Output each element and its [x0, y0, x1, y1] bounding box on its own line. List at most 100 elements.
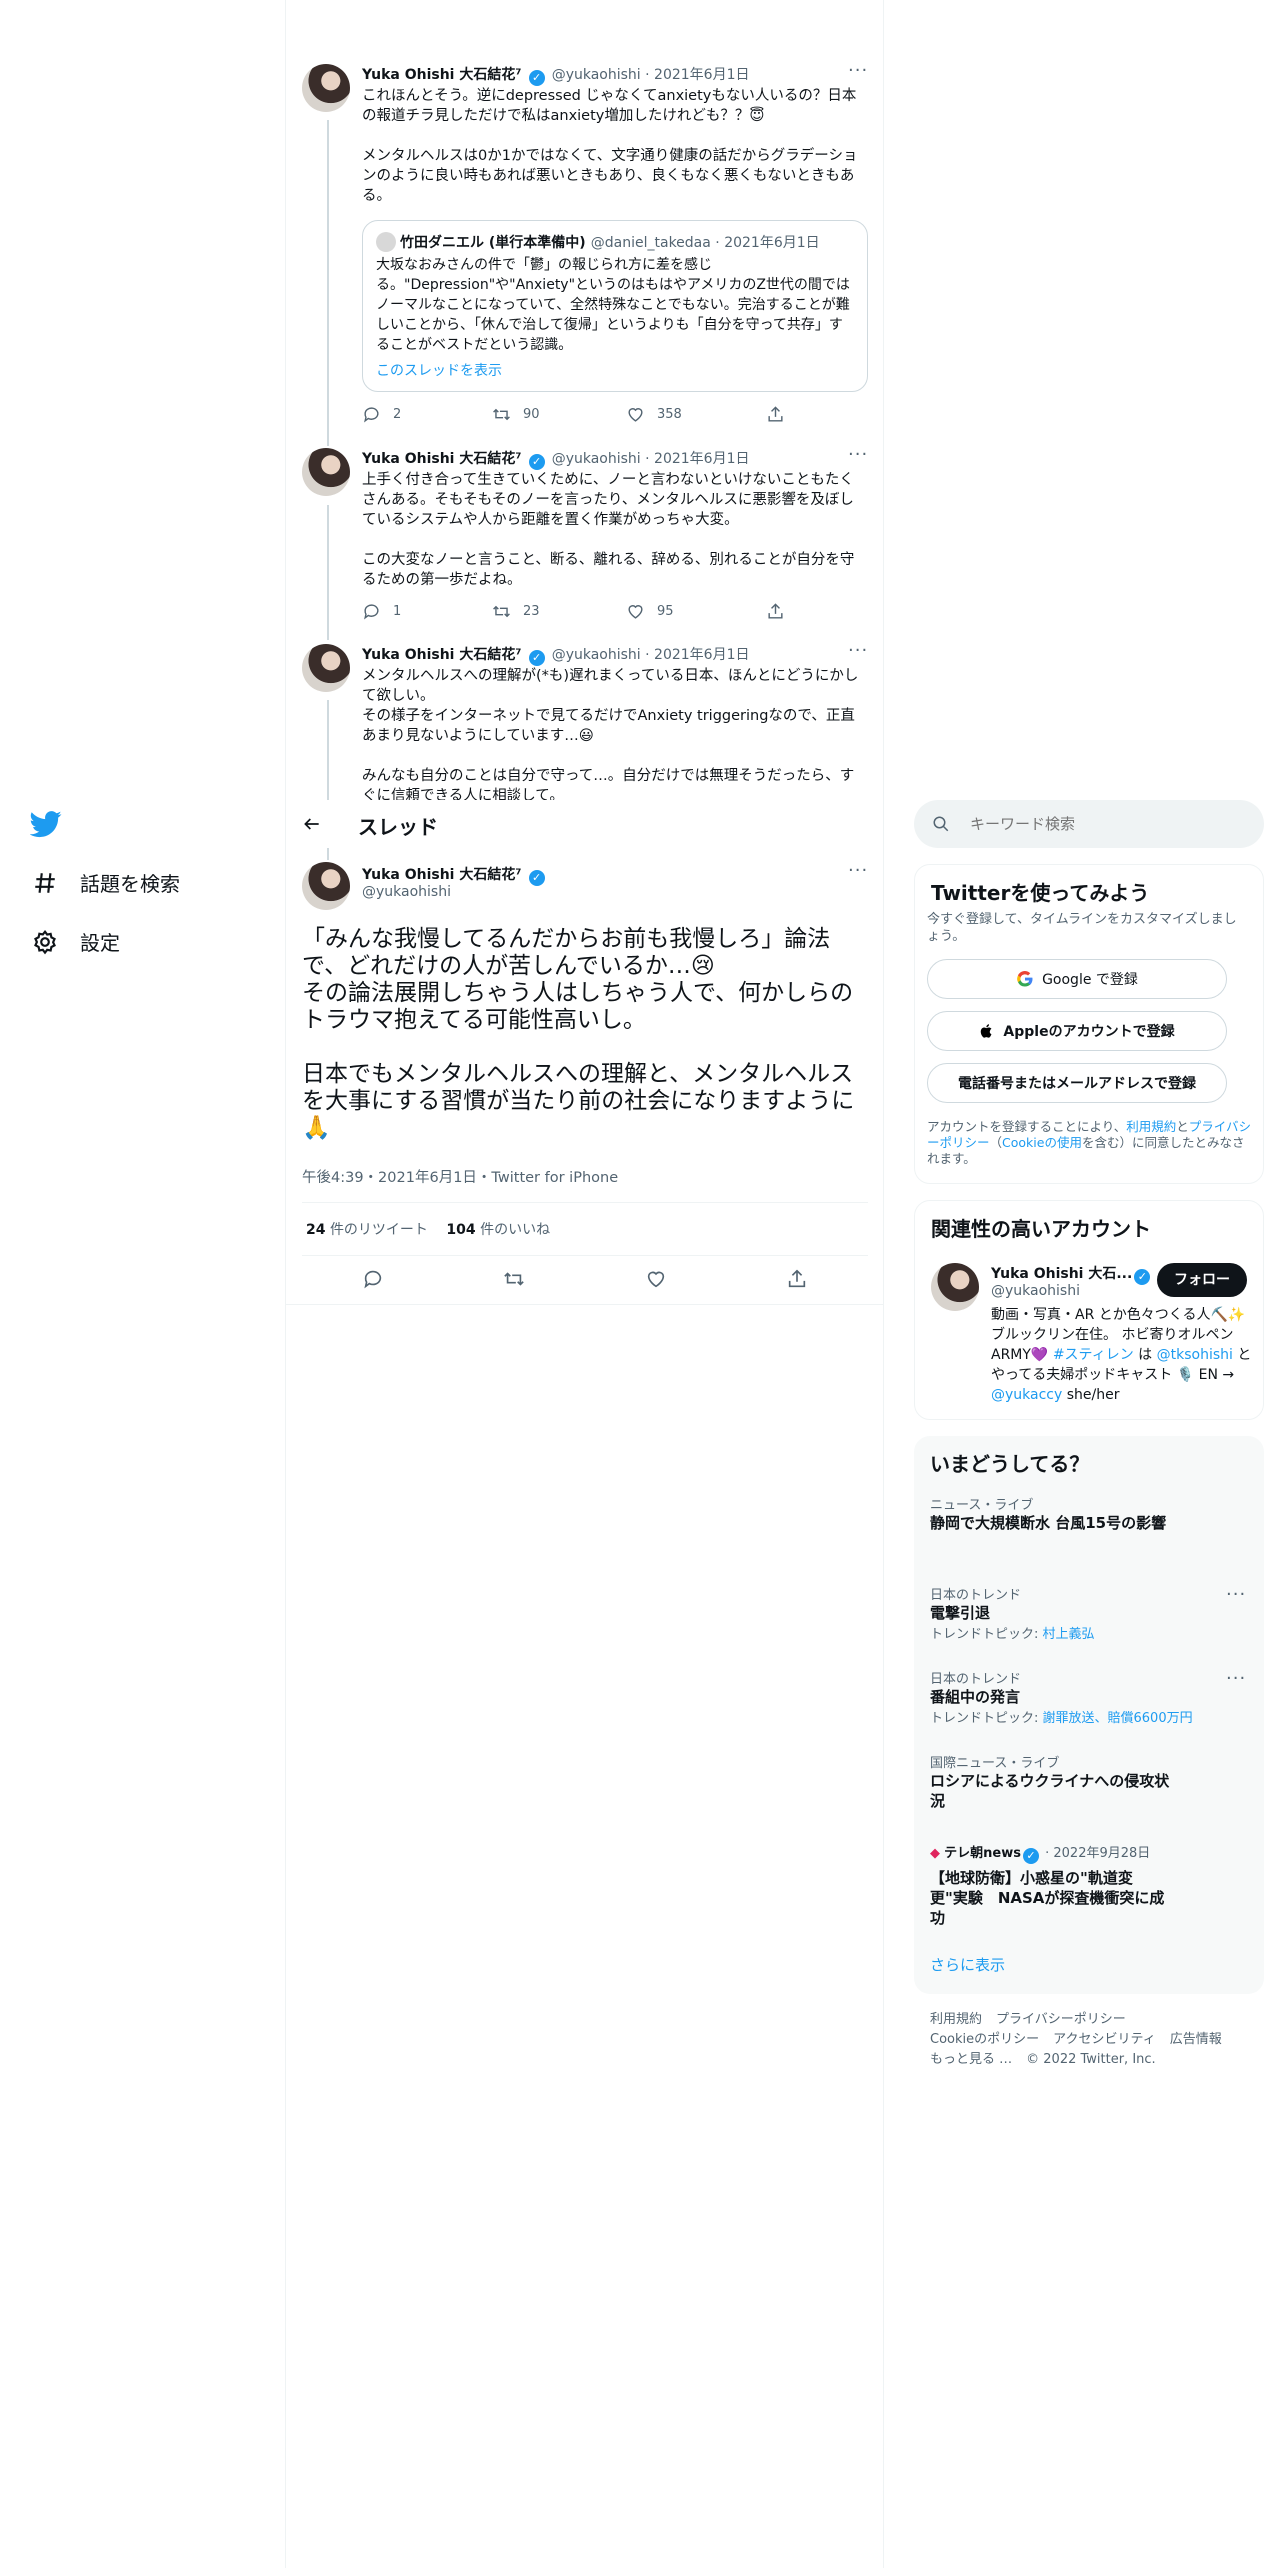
author-name[interactable]: Yuka Ohishi 大石結花 — [362, 867, 515, 883]
hashtag-icon — [35, 872, 55, 893]
retweet-button[interactable] — [503, 1268, 525, 1290]
like-button[interactable] — [645, 1268, 667, 1290]
author-handle[interactable]: @yukaohishi — [362, 884, 451, 900]
retweet-stat[interactable]: 24 件のリツイート — [306, 1222, 428, 1238]
bio-hashtag-link[interactable]: #スティレン — [1053, 1347, 1134, 1363]
avatar[interactable] — [931, 1263, 979, 1311]
tweet-text: これほんとそう。逆にdepressed じゃなくてanxietyもない人いるの？… — [362, 88, 858, 204]
tweet-date[interactable]: 2021年6月1日 — [654, 451, 749, 467]
footer-links-row: Cookieのポリシー アクセシビリティ 広告情報 — [930, 2028, 1236, 2047]
like-count: 358 — [657, 407, 682, 422]
trend-title: ロシアによるウクライナへの侵攻状況 — [930, 1772, 1170, 1810]
author-name[interactable]: Yuka Ohishi 大石結花 — [362, 451, 515, 467]
tweet-header: Yuka Ohishi 大石結花⁷ ✓ @yukaohishi · 2021年6… — [362, 644, 749, 666]
verified-icon: ✓ — [528, 454, 545, 470]
trend-item[interactable]: 国際ニュース・ライブ ロシアによるウクライナへの侵攻状況 — [930, 1752, 1170, 1811]
footer-cookie-link[interactable]: Cookieのポリシー — [930, 2032, 1039, 2047]
avatar[interactable] — [302, 448, 350, 496]
tweet-text-clip: メンタルヘルスへの理解が(*も)遅れまくっている日本、ほんとにどうにかして欲しい… — [362, 666, 862, 800]
author-handle[interactable]: @yukaohishi — [552, 647, 641, 663]
terms-text: アカウントを登録することにより、 — [927, 1119, 1127, 1134]
like-button[interactable]: 358 — [626, 405, 682, 424]
phone-email-signup-button[interactable]: 電話番号またはメールアドレスで登録 — [927, 1063, 1227, 1103]
like-total: 104 — [446, 1222, 476, 1238]
reply-button[interactable]: 2 — [362, 405, 401, 424]
like-button[interactable]: 95 — [626, 602, 674, 621]
trend-item[interactable]: 日本のトレンド 番組中の発言 トレンドトピック: 謝罪放送、賠償6600万円 — [930, 1668, 1230, 1726]
follow-button[interactable]: フォロー — [1157, 1263, 1247, 1297]
trend-more-icon[interactable]: ··· — [1226, 1668, 1246, 1689]
trend-topic: トレンドトピック: 謝罪放送、賠償6600万円 — [930, 1707, 1230, 1726]
related-account-name[interactable]: Yuka Ohishi 大石... ✓ — [991, 1263, 1152, 1285]
bio-mention-link[interactable]: @tksohishi — [1157, 1347, 1233, 1363]
avatar[interactable] — [302, 644, 350, 692]
heart-icon — [647, 1271, 665, 1288]
terms-link[interactable]: 利用規約 — [1126, 1119, 1176, 1134]
back-arrow-icon[interactable] — [302, 814, 322, 834]
search-bar[interactable] — [914, 800, 1264, 848]
author-handle[interactable]: @yukaohishi — [552, 67, 641, 83]
footer-accessibility-link[interactable]: アクセシビリティ — [1053, 2032, 1156, 2047]
author-name[interactable]: Yuka Ohishi 大石結花 — [362, 67, 515, 83]
sidebar-item-explore[interactable]: 話題を検索 — [32, 868, 180, 897]
trend-topic-link[interactable]: 謝罪放送、賠償6600万円 — [1043, 1711, 1193, 1726]
gear-icon — [34, 929, 56, 954]
show-thread-link[interactable]: このスレッドを表示 — [376, 360, 502, 380]
bio-mention-link[interactable]: @yukaccy — [991, 1387, 1062, 1403]
retweet-stat-label: 件のリツイート — [329, 1222, 428, 1238]
trend-topic-label: トレンドトピック: — [930, 1627, 1043, 1642]
author-handle[interactable]: @yukaohishi — [552, 451, 641, 467]
trend-topic: トレンドトピック: 村上義弘 — [930, 1623, 1230, 1642]
cookie-link[interactable]: Cookieの使用 — [1002, 1135, 1082, 1150]
trend-category: 国際ニュース・ライブ — [930, 1756, 1060, 1771]
share-icon — [768, 406, 783, 422]
main-tweet-timestamp[interactable]: 午後4:39・2021年6月1日・Twitter for iPhone — [302, 1166, 618, 1187]
trend-topic-link[interactable]: 村上義弘 — [1043, 1627, 1095, 1642]
related-accounts-card: 関連性の高いアカウント Yuka Ohishi 大石... ✓ @yukaohis… — [914, 1200, 1264, 1420]
footer-more-link[interactable]: もっと見る … — [930, 2052, 1012, 2067]
google-signup-button[interactable]: Google で登録 — [927, 959, 1227, 999]
signup-terms: アカウントを登録することにより、利用規約とプライバシーポリシー（Cookieの使… — [927, 1119, 1252, 1167]
retweet-button[interactable]: 90 — [492, 405, 540, 424]
apple-signup-button[interactable]: Appleのアカウントで登録 — [927, 1011, 1227, 1051]
footer-privacy-link[interactable]: プライバシーポリシー — [996, 2012, 1126, 2027]
like-stat[interactable]: 104 件のいいね — [446, 1222, 550, 1238]
reply-button[interactable] — [362, 1268, 384, 1290]
footer-links-row: 利用規約 プライバシーポリシー — [930, 2008, 1140, 2027]
trend-item[interactable]: ニュース・ライブ 静岡で大規模断水 台風15号の影響 — [930, 1494, 1230, 1533]
trend-title: 電撃引退 — [930, 1604, 991, 1622]
verified-icon: ✓ — [528, 650, 545, 666]
tweet-date[interactable]: 2021年6月1日 — [654, 67, 749, 83]
trend-item[interactable]: 日本のトレンド 電撃引退 トレンドトピック: 村上義弘 — [930, 1584, 1230, 1642]
related-handle[interactable]: @yukaohishi — [991, 1283, 1080, 1299]
footer-ads-link[interactable]: 広告情報 — [1170, 2032, 1222, 2047]
footer-terms-link[interactable]: 利用規約 — [930, 2012, 982, 2027]
trends-card: いまどうしてる？ ニュース・ライブ 静岡で大規模断水 台風15号の影響 日本のト… — [914, 1436, 1264, 1994]
share-button[interactable] — [766, 602, 785, 621]
more-options-icon[interactable]: ··· — [848, 60, 868, 81]
news-item[interactable]: ◆ テレ朝news ✓ · 2022年9月28日 【地球防衛】小惑星の"軌道変更"… — [930, 1842, 1170, 1928]
more-options-icon[interactable]: ··· — [848, 640, 868, 661]
search-input[interactable] — [970, 812, 1240, 836]
retweet-icon — [504, 1272, 524, 1286]
like-stat-label: 件のいいね — [480, 1222, 551, 1238]
author-name[interactable]: Yuka Ohishi 大石結花 — [362, 647, 515, 663]
thread-connector — [327, 120, 329, 446]
twitter-logo[interactable] — [29, 808, 62, 844]
show-more-link[interactable]: さらに表示 — [930, 1954, 1005, 1975]
avatar[interactable] — [302, 64, 350, 112]
trend-title: 【地球防衛】小惑星の"軌道変更"実験 NASAが探査機衝突に成功 — [930, 1869, 1165, 1927]
separator: · — [710, 235, 725, 251]
avatar[interactable] — [302, 862, 350, 910]
retweet-button[interactable]: 23 — [492, 602, 540, 621]
more-options-icon[interactable]: ··· — [848, 444, 868, 465]
trend-more-icon[interactable]: ··· — [1226, 1584, 1246, 1605]
sidebar-item-settings[interactable]: 設定 — [32, 927, 120, 956]
related-name: Yuka Ohishi 大石... — [991, 1266, 1133, 1282]
share-button[interactable] — [786, 1268, 808, 1290]
reply-button[interactable]: 1 — [362, 602, 401, 621]
share-button[interactable] — [766, 405, 785, 424]
search-icon — [933, 816, 949, 832]
tweet-date[interactable]: 2021年6月1日 — [654, 647, 749, 663]
more-options-icon[interactable]: ··· — [848, 860, 868, 881]
